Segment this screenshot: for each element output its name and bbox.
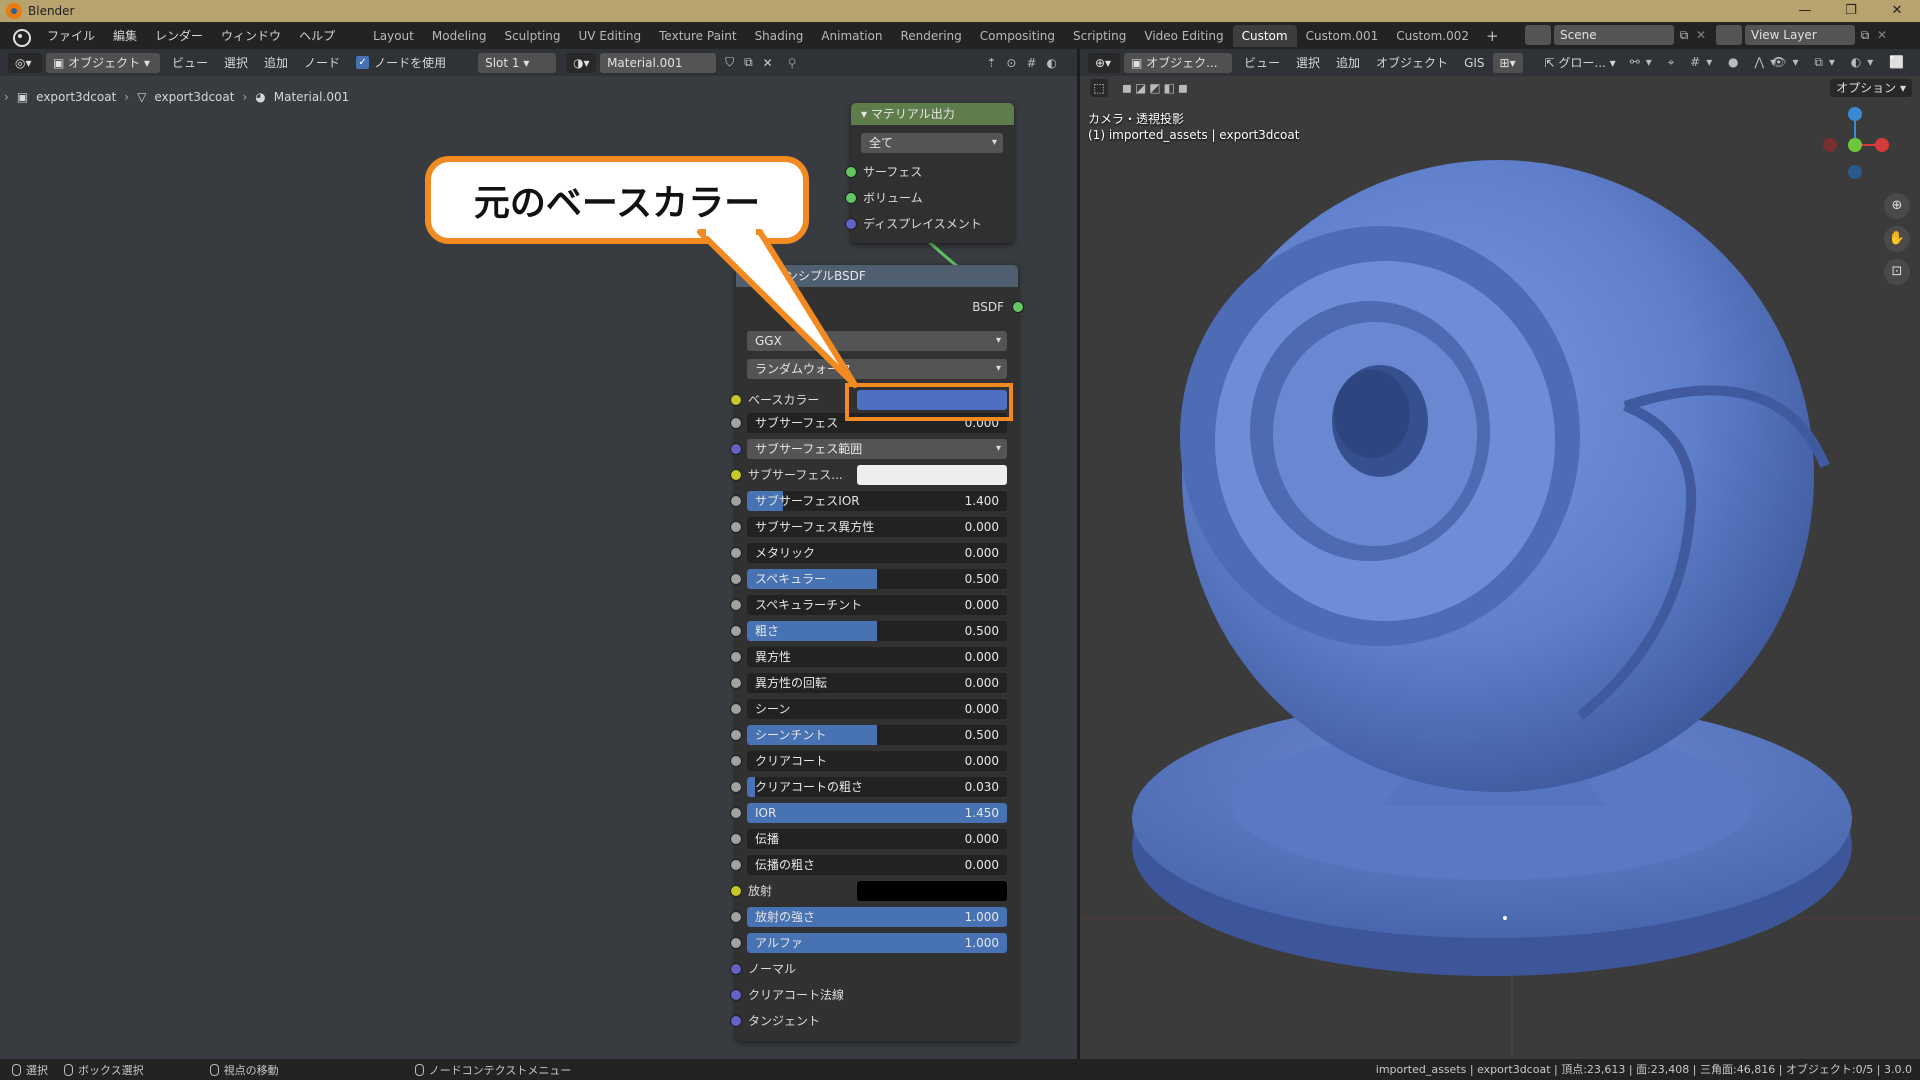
status-pan: 視点の移動 [209, 1062, 279, 1078]
mouse-right-icon [414, 1063, 424, 1076]
gizmo-y-icon[interactable] [1848, 138, 1862, 152]
status-context-menu: ノードコンテクストメニュー [414, 1062, 572, 1078]
vp-menu-add[interactable]: 追加 [1328, 54, 1368, 71]
gizmo-neg-x-icon[interactable] [1823, 138, 1837, 152]
callout-tail-mask [706, 222, 756, 236]
tab-custom-002[interactable]: Custom.002 [1387, 25, 1478, 47]
scene-field[interactable]: Scene [1554, 25, 1674, 45]
status-pan-label: 視点の移動 [223, 1063, 279, 1077]
scene-remove-icon[interactable]: ✕ [1694, 28, 1708, 42]
minimize-button[interactable]: — [1782, 0, 1828, 22]
status-box-select-label: ボックス選択 [78, 1063, 144, 1077]
selection-mode-icons[interactable]: ◼◪◩◧◼ [1122, 81, 1191, 95]
status-bar: 選択 ボックス選択 視点の移動 ノードコンテクストメニュー imported_a… [0, 1059, 1920, 1080]
pan-hand-icon[interactable]: ✋ [1884, 226, 1910, 252]
viewport-object-info: (1) imported_assets | export3dcoat [1088, 128, 1300, 142]
vp-menu-object[interactable]: オブジェクト [1368, 54, 1456, 71]
mouse-left-icon [12, 1063, 21, 1076]
viewport-editor-type-icon[interactable]: ⊕▾ [1088, 52, 1120, 73]
transform-orientation-label: グロー... [1558, 56, 1606, 70]
viewport-view-name: カメラ・透視投影 [1088, 112, 1185, 126]
lens-hole-depth [1334, 370, 1410, 458]
transform-orientation-dropdown[interactable]: ⇱ グロー... ▾ [1537, 54, 1624, 71]
camera-view-icon[interactable]: ⊡ [1884, 259, 1910, 285]
view-layer-remove-icon[interactable]: ✕ [1875, 28, 1889, 42]
status-select-label: 選択 [26, 1063, 48, 1077]
maximize-button[interactable]: ❐ [1828, 0, 1874, 22]
viewport-header: ⊕▾ ▣ オブジェク... ▾ ビュー 選択 追加 オブジェクト GIS ⊞▾ … [1080, 49, 1920, 90]
status-box-select: ボックス選択 [64, 1062, 144, 1078]
vp-menu-view[interactable]: ビュー [1236, 54, 1288, 71]
tab-custom[interactable]: Custom [1232, 24, 1297, 47]
mouse-middle-icon [209, 1063, 219, 1076]
close-button[interactable]: ✕ [1874, 0, 1920, 22]
viewport-mode-label: オブジェク... [1146, 55, 1218, 70]
gizmo-z-icon[interactable] [1848, 107, 1862, 121]
gizmo-neg-z-icon[interactable] [1848, 165, 1862, 179]
gis-dropdown-icon[interactable]: ⊞▾ [1492, 52, 1523, 73]
view-layer-new-icon[interactable]: ⧉ [1855, 28, 1875, 43]
snap-proportional-icon[interactable]: ⚯▾ ⌖ #▾ ● ⋀▾ [1630, 55, 1783, 70]
tab-video-editing[interactable]: Video Editing [1135, 25, 1232, 47]
scene-statistics: imported_assets | export3dcoat | 頂点:23,6… [1375, 1063, 1912, 1076]
mouse-drag-icon [64, 1063, 73, 1076]
viewport-toolbar: ⬚ ◼◪◩◧◼ オプション ▾ [1080, 76, 1920, 100]
view-layer-browse-icon[interactable] [1716, 25, 1742, 45]
navigation-gizmo[interactable] [1810, 92, 1900, 182]
tab-custom-001[interactable]: Custom.001 [1297, 25, 1388, 47]
gizmo-x-icon[interactable] [1875, 138, 1889, 152]
vp-menu-select[interactable]: 選択 [1288, 54, 1328, 71]
viewport-scene [1080, 160, 1920, 1059]
3d-viewport[interactable]: ⬚ ◼◪◩◧◼ オプション ▾ カメラ・透視投影 (1) imported_as… [1080, 76, 1920, 1059]
zoom-icon[interactable]: ⊕ [1884, 193, 1910, 219]
viewport-shading-icon[interactable]: 👁▾ ⧉▾ ◐▾ ⬜ [1771, 55, 1910, 70]
status-select: 選択 [12, 1062, 48, 1078]
select-tool-icon[interactable]: ⬚ [1090, 79, 1108, 97]
view-layer-field[interactable]: View Layer [1745, 25, 1855, 45]
callout-pointer [697, 222, 858, 388]
status-context-menu-label: ノードコンテクストメニュー [428, 1063, 572, 1077]
origin-point [1503, 916, 1507, 920]
vp-menu-gis[interactable]: GIS [1456, 56, 1492, 70]
add-workspace-button[interactable]: + [1478, 27, 1507, 45]
scene-browse-icon[interactable] [1525, 25, 1551, 45]
scene-new-icon[interactable]: ⧉ [1674, 28, 1694, 43]
callout-tail [697, 229, 858, 388]
viewport-mode-dropdown[interactable]: ▣ オブジェク... ▾ [1124, 52, 1232, 90]
